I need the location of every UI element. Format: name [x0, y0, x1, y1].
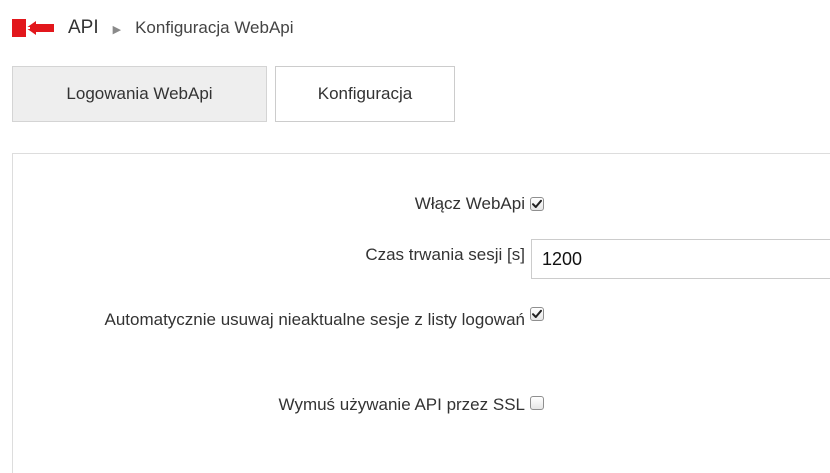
tab-label: Logowania WebApi — [66, 84, 213, 103]
breadcrumb-current: Konfiguracja WebApi — [135, 18, 294, 37]
enable-webapi-label: Włącz WebApi — [414, 194, 525, 213]
force-ssl-label: Wymuś używanie API przez SSL — [278, 395, 525, 414]
brand-logo-icon — [12, 17, 54, 39]
config-panel: Włącz WebApi Czas trwania sesji [s] Auto… — [12, 153, 830, 473]
check-icon — [532, 309, 542, 318]
auto-remove-sessions-checkbox[interactable] — [530, 307, 544, 321]
check-icon — [532, 199, 542, 208]
triangle-right-icon: ▶ — [112, 23, 122, 36]
breadcrumb: API ▶ Konfiguracja WebApi — [12, 14, 294, 42]
form-row-session-duration: Czas trwania sesji [s] — [13, 234, 830, 282]
tab-label: Konfiguracja — [317, 84, 413, 103]
force-ssl-checkbox[interactable] — [530, 396, 544, 410]
form-row-enable-webapi: Włącz WebApi — [13, 184, 830, 224]
auto-remove-sessions-label: Automatycznie usuwaj nieaktualne sesje z… — [104, 310, 525, 329]
tab-logowania-webapi[interactable]: Logowania WebApi — [12, 66, 267, 122]
form-row-force-ssl: Wymuś używanie API przez SSL — [13, 388, 830, 428]
breadcrumb-root-link[interactable]: API — [68, 17, 99, 39]
form-row-auto-remove-sessions: Automatycznie usuwaj nieaktualne sesje z… — [13, 303, 830, 373]
tab-bar: Logowania WebApi Konfiguracja — [12, 66, 455, 124]
tab-konfiguracja[interactable]: Konfiguracja — [275, 66, 455, 122]
enable-webapi-checkbox[interactable] — [530, 197, 544, 211]
session-duration-label: Czas trwania sesji [s] — [365, 245, 525, 264]
session-duration-input[interactable] — [531, 239, 830, 279]
